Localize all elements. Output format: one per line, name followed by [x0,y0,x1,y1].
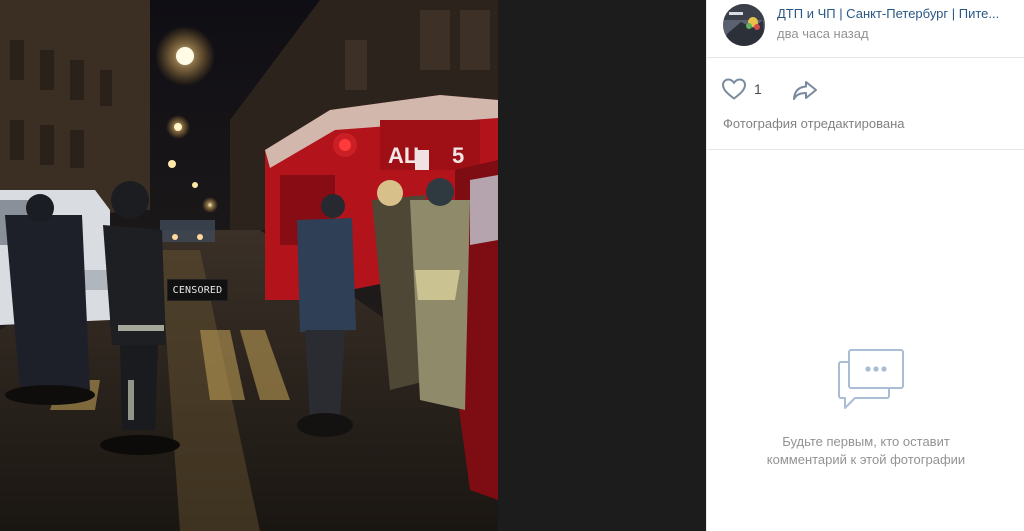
comments-empty-text: Будьте первым, кто оставит комментарий к… [707,433,1024,469]
photo-viewer: АЦ 5 CENSORED [0,0,706,531]
author-name-link[interactable]: ДТП и ЧП | Санкт-Петербург | Пите... [777,6,1017,21]
edited-note: Фотография отредактирована [723,116,905,131]
share-button[interactable] [791,78,819,102]
group-avatar[interactable] [723,4,765,46]
post-time[interactable]: два часа назад [777,26,869,41]
photo[interactable]: АЦ 5 CENSORED [0,0,498,531]
comments-empty-line2: комментарий к этой фотографии [766,452,966,467]
speech-bubbles-icon [838,349,904,409]
comments-empty-line1: Будьте первым, кто оставит [782,434,950,449]
photo-actions: 1 Фотография отредактирована [707,58,1024,150]
comments-section: Будьте первым, кто оставит комментарий к… [707,150,1024,531]
heart-icon [721,78,747,100]
censored-label: CENSORED [167,279,228,301]
author-block: ДТП и ЧП | Санкт-Петербург | Пите... два… [707,0,1024,58]
like-count: 1 [754,81,762,97]
share-arrow-icon [793,81,817,100]
avatar-image [723,4,765,46]
like-button[interactable]: 1 [721,76,762,102]
street-night-photo: АЦ 5 [0,0,498,531]
photo-sidebar: ДТП и ЧП | Санкт-Петербург | Пите... два… [706,0,1024,531]
truck-number-text: 5 [452,143,464,168]
